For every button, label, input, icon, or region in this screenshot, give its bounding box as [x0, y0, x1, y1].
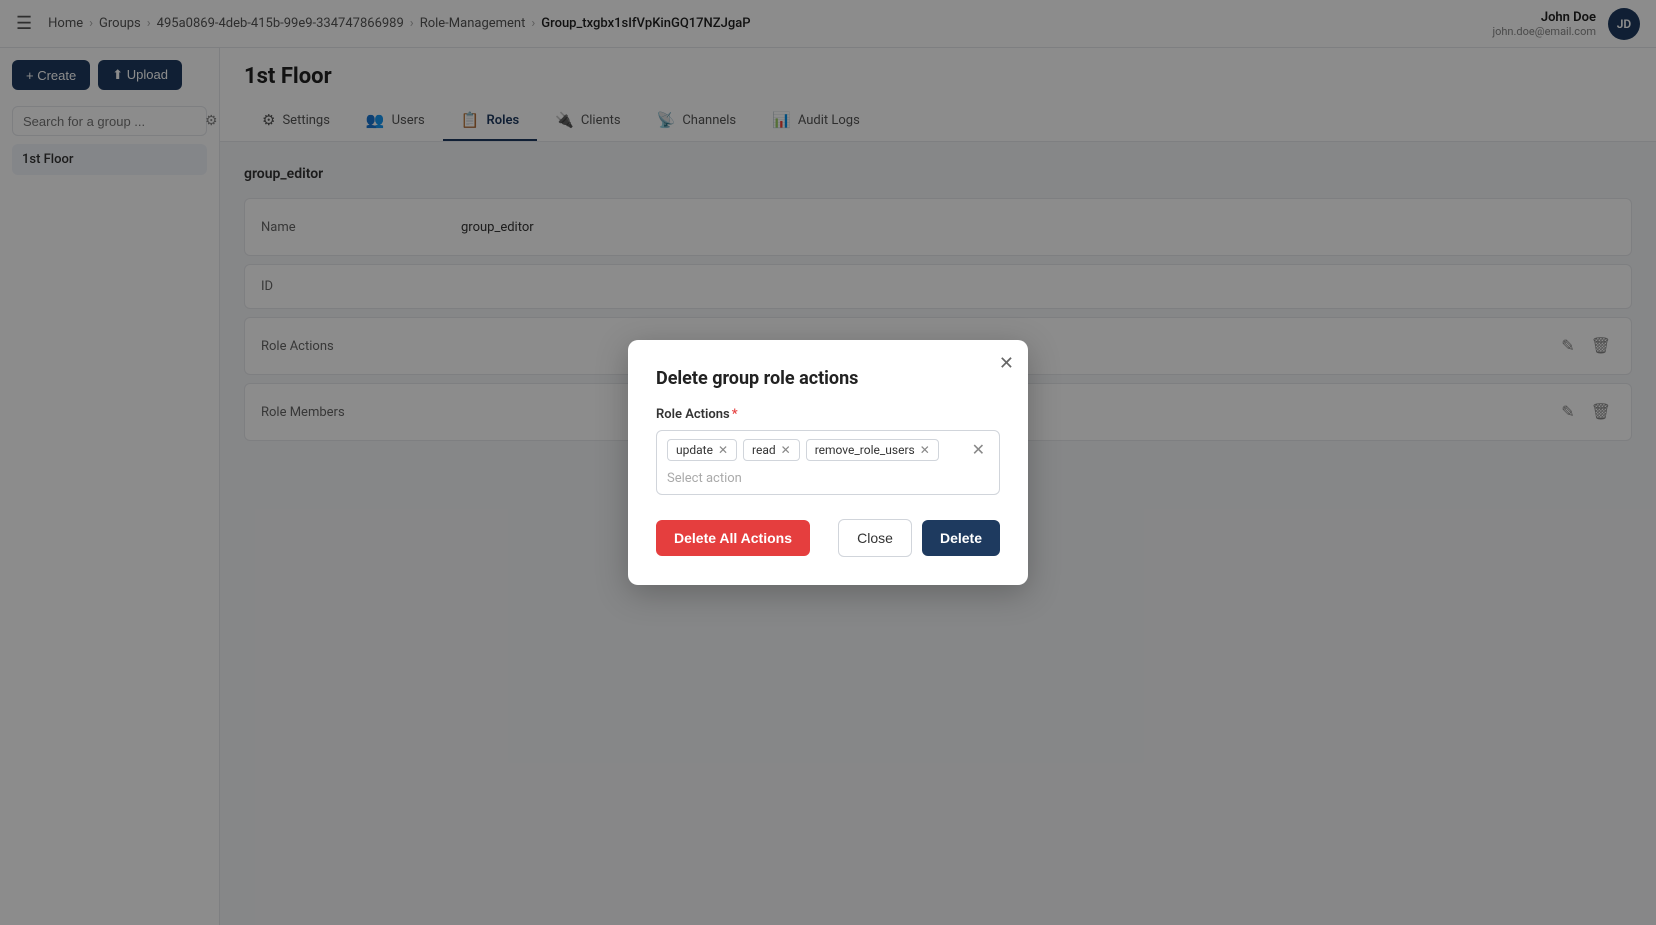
tag-remove-role-users: remove_role_users ✕: [806, 439, 939, 461]
role-actions-label: Role Actions*: [656, 407, 1000, 422]
modal-title: Delete group role actions: [656, 368, 1000, 389]
modal-overlay: Delete group role actions ✕ Role Actions…: [0, 0, 1656, 925]
modal: Delete group role actions ✕ Role Actions…: [628, 340, 1028, 585]
tag-input-container[interactable]: update ✕ read ✕ remove_role_users ✕ ✕ Se…: [656, 430, 1000, 495]
delete-all-actions-button[interactable]: Delete All Actions: [656, 520, 810, 556]
remove-tag-remove-role-users[interactable]: ✕: [920, 444, 930, 456]
select-placeholder: Select action: [667, 471, 742, 486]
remove-tag-read[interactable]: ✕: [781, 444, 791, 456]
required-star: *: [732, 407, 738, 422]
tag-read: read ✕: [743, 439, 800, 461]
tag-update: update ✕: [667, 439, 737, 461]
delete-button[interactable]: Delete: [922, 520, 1000, 556]
clear-all-tags-button[interactable]: ✕: [968, 440, 989, 460]
remove-tag-update[interactable]: ✕: [718, 444, 728, 456]
close-icon[interactable]: ✕: [999, 354, 1014, 372]
close-button[interactable]: Close: [838, 519, 912, 557]
modal-actions: Delete All Actions Close Delete: [656, 519, 1000, 557]
